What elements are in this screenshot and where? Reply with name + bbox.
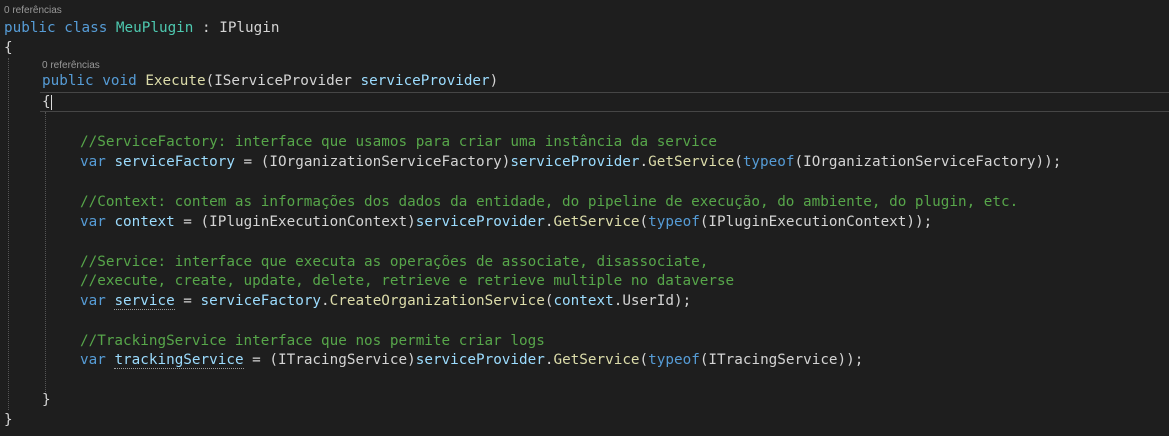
code-line-class-close-brace[interactable]: } bbox=[4, 410, 13, 430]
interface-name: IPlugin bbox=[219, 20, 280, 36]
punctuation: = bbox=[174, 293, 201, 309]
keyword: class bbox=[64, 20, 108, 36]
punctuation: )); bbox=[837, 352, 864, 368]
punctuation: = ( bbox=[234, 154, 270, 170]
punctuation: ( bbox=[205, 73, 215, 89]
code-line-open-brace[interactable]: { bbox=[4, 38, 13, 58]
method-call: CreateOrganizationService bbox=[329, 293, 545, 309]
brace: { bbox=[4, 40, 13, 56]
param-name: serviceProvider bbox=[360, 73, 490, 89]
keyword: typeof bbox=[648, 214, 700, 230]
type-name: IOrganizationServiceFactory bbox=[269, 154, 502, 170]
code-line-method[interactable]: public void Execute(IServiceProvider ser… bbox=[42, 71, 498, 91]
punctuation: ) bbox=[407, 214, 416, 230]
punctuation: = ( bbox=[243, 352, 278, 368]
keyword: typeof bbox=[742, 154, 795, 170]
punctuation: : bbox=[193, 20, 220, 36]
type-name: IPluginExecutionContext bbox=[209, 214, 408, 230]
object-name: serviceFactory bbox=[200, 293, 322, 309]
brace: { bbox=[42, 94, 51, 110]
punctuation: ( bbox=[639, 214, 649, 230]
punctuation: ); bbox=[673, 293, 692, 309]
keyword: var bbox=[80, 293, 106, 309]
brace: } bbox=[4, 412, 13, 428]
code-line-service[interactable]: var service = serviceFactory.CreateOrgan… bbox=[80, 291, 691, 311]
punctuation: )); bbox=[906, 214, 933, 230]
code-editor[interactable]: 0 referências public class MeuPlugin : I… bbox=[0, 0, 1169, 436]
code-line-method-open-brace[interactable]: { bbox=[42, 92, 51, 112]
object-name: serviceProvider bbox=[415, 352, 545, 368]
method-call: GetService bbox=[553, 352, 640, 368]
code-line-class[interactable]: public class MeuPlugin : IPlugin bbox=[4, 18, 279, 38]
brace: } bbox=[42, 392, 51, 408]
variable-name: serviceFactory bbox=[114, 154, 235, 170]
keyword: void bbox=[102, 73, 137, 89]
variable-name: context bbox=[114, 214, 175, 230]
comment-line[interactable]: //Context: contem as informações dos dad… bbox=[80, 192, 1018, 212]
method-call: GetService bbox=[648, 154, 735, 170]
keyword: var bbox=[80, 352, 106, 368]
punctuation: ) bbox=[489, 73, 499, 89]
comment-line[interactable]: //ServiceFactory: interface que usamos p… bbox=[80, 132, 717, 152]
keyword: var bbox=[80, 154, 106, 170]
type-name: ITracingService bbox=[708, 352, 838, 368]
property-name: UserId bbox=[622, 293, 674, 309]
method-call: GetService bbox=[553, 214, 640, 230]
object-name: context bbox=[553, 293, 614, 309]
code-line-tracking-service[interactable]: var trackingService = (ITracingService)s… bbox=[80, 350, 863, 370]
method-name: Execute bbox=[145, 73, 206, 89]
indent-guide bbox=[8, 58, 9, 410]
punctuation: ) bbox=[407, 352, 416, 368]
type-name: IOrganizationServiceFactory bbox=[803, 154, 1036, 170]
punctuation: . bbox=[321, 293, 330, 309]
variable-name: trackingService bbox=[114, 352, 244, 369]
class-name: MeuPlugin bbox=[115, 20, 194, 36]
keyword: var bbox=[80, 214, 106, 230]
variable-name: service bbox=[114, 293, 175, 310]
object-name: serviceProvider bbox=[510, 154, 640, 170]
class-references-codelens[interactable]: 0 referências bbox=[4, 5, 62, 17]
punctuation: ( bbox=[639, 352, 649, 368]
keyword: public bbox=[42, 73, 94, 89]
type-name: ITracingService bbox=[278, 352, 408, 368]
punctuation: ( bbox=[734, 154, 743, 170]
code-line-context[interactable]: var context = (IPluginExecutionContext)s… bbox=[80, 212, 932, 232]
code-line-service-factory[interactable]: var serviceFactory = (IOrganizationServi… bbox=[80, 152, 1061, 172]
comment-line[interactable]: //TrackingService interface que nos perm… bbox=[80, 331, 545, 351]
punctuation: )); bbox=[1035, 154, 1062, 170]
keyword: typeof bbox=[648, 352, 700, 368]
param-type: IServiceProvider bbox=[214, 73, 352, 89]
punctuation: = ( bbox=[174, 214, 210, 230]
code-line-method-close-brace[interactable]: } bbox=[42, 390, 51, 410]
text-caret bbox=[51, 95, 52, 110]
indent-guide bbox=[45, 112, 46, 394]
keyword: public bbox=[4, 20, 56, 36]
type-name: IPluginExecutionContext bbox=[708, 214, 907, 230]
comment-line[interactable]: //execute, create, update, delete, retri… bbox=[80, 271, 734, 291]
punctuation: . bbox=[639, 154, 649, 170]
comment-line[interactable]: //Service: interface que executa as oper… bbox=[80, 252, 708, 272]
current-line-highlight bbox=[40, 92, 1169, 112]
object-name: serviceProvider bbox=[415, 214, 545, 230]
punctuation: ( bbox=[794, 154, 804, 170]
